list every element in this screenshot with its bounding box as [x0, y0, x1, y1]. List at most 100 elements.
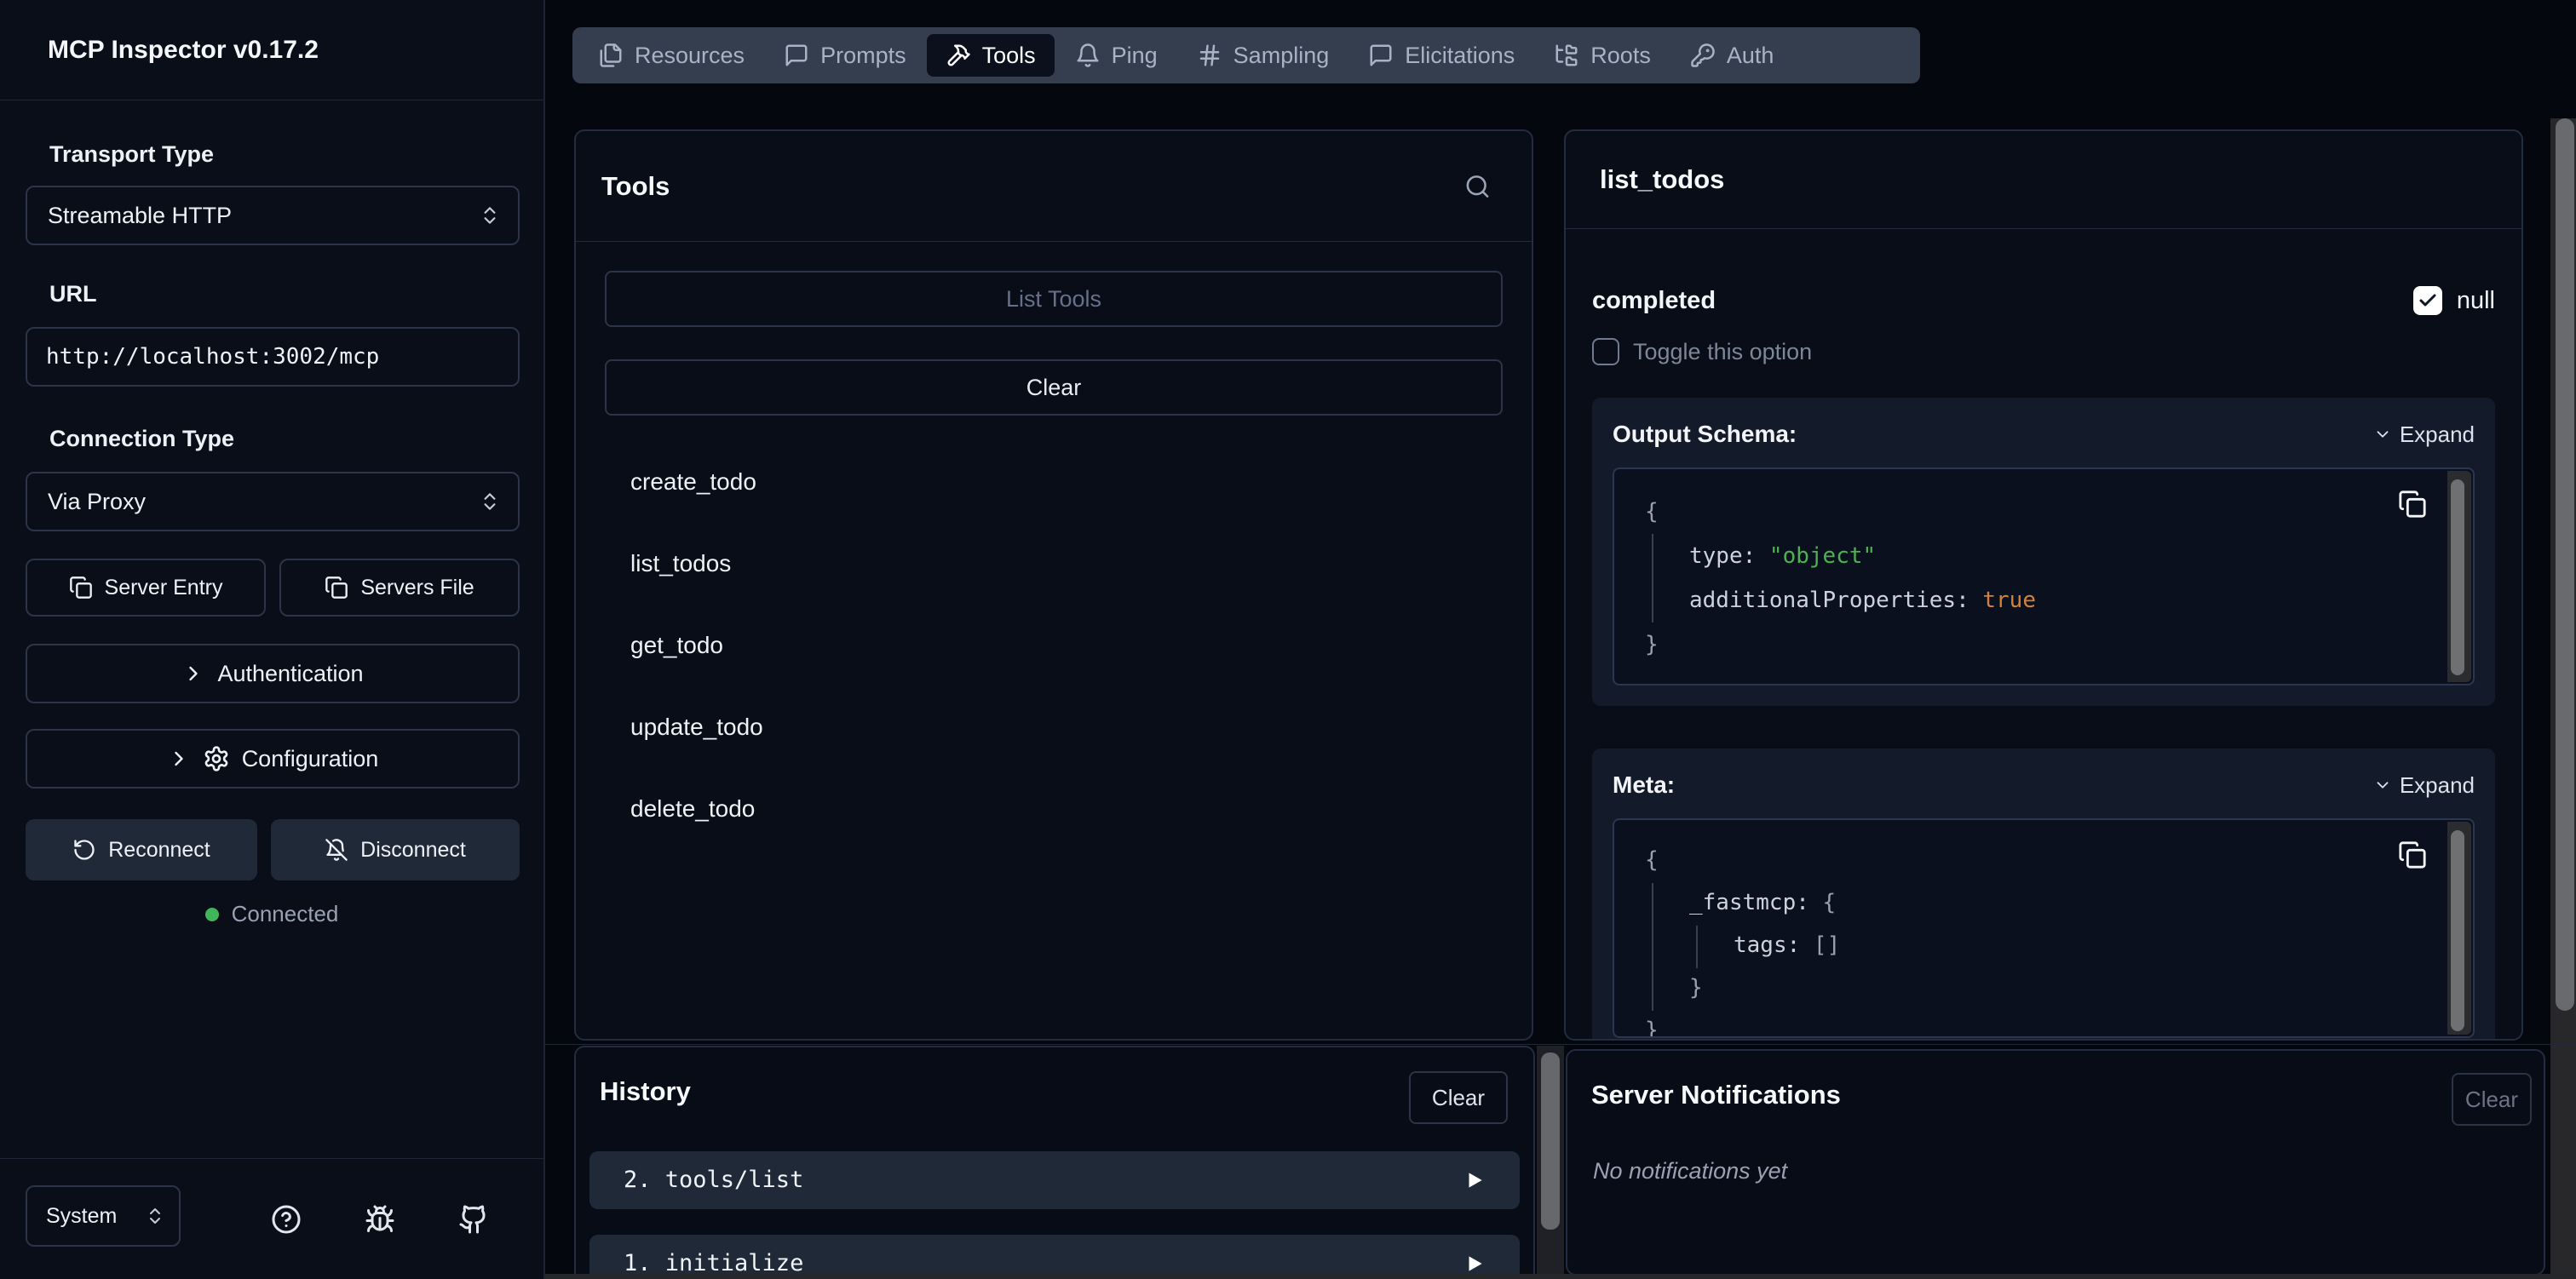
github-icon[interactable] — [458, 1204, 489, 1235]
list-tools-button[interactable]: List Tools — [605, 271, 1503, 327]
code-scrollbar-track[interactable] — [2447, 471, 2471, 682]
tool-detail-body: completed null Toggle this option Output… — [1566, 284, 2521, 1041]
code-line: additionalProperties: true — [1645, 578, 2413, 622]
param-name: completed — [1592, 287, 1716, 315]
tab-ping[interactable]: Ping — [1056, 34, 1176, 77]
expand-label: Expand — [2400, 772, 2475, 799]
history-row-initialize[interactable]: 1. initialize — [589, 1235, 1520, 1279]
tool-detail-panel: list_todos completed null Toggle this op… — [1564, 129, 2523, 1041]
code-scrollbar-thumb[interactable] — [2451, 830, 2464, 1031]
hash-icon — [1197, 43, 1222, 68]
tab-sampling[interactable]: Sampling — [1178, 34, 1348, 77]
disconnect-button[interactable]: Disconnect — [271, 819, 520, 880]
tool-item-get_todo[interactable]: get_todo — [605, 627, 1503, 664]
notifications-clear-button[interactable]: Clear — [2452, 1073, 2532, 1126]
expand-row-icon[interactable] — [1463, 1253, 1486, 1275]
url-input[interactable]: http://localhost:3002/mcp — [26, 327, 520, 387]
history-scrollbar-thumb[interactable] — [1541, 1052, 1560, 1230]
servers-file-label: Servers File — [360, 576, 474, 600]
check-icon — [2418, 290, 2438, 311]
tab-label: Sampling — [1233, 43, 1330, 69]
tool-item-delete_todo[interactable]: delete_todo — [605, 790, 1503, 828]
meta-section: Meta: Expand {_fastmcp: {tags: []}} — [1592, 748, 2495, 1041]
tab-tools[interactable]: Tools — [927, 34, 1055, 77]
copy-icon — [69, 576, 93, 599]
tool-item-update_todo[interactable]: update_todo — [605, 708, 1503, 746]
server-entry-label: Server Entry — [105, 576, 223, 600]
tab-label: Tools — [982, 43, 1036, 69]
mcp-inspector-app: MCP Inspector v0.17.2 Transport Type Str… — [0, 0, 2576, 1279]
disconnect-label: Disconnect — [360, 838, 466, 863]
output-schema-code: {type: "object"additionalProperties: tru… — [1613, 467, 2475, 685]
code-line: } — [1645, 1009, 2413, 1038]
copy-icon[interactable] — [2398, 840, 2427, 869]
tool-item-list_todos[interactable]: list_todos — [605, 545, 1503, 582]
key-icon — [1690, 43, 1716, 68]
clear-tools-button[interactable]: Clear — [605, 359, 1503, 416]
tab-roots[interactable]: Roots — [1535, 34, 1670, 77]
chevrons-up-down-icon — [479, 490, 501, 513]
copy-icon — [325, 576, 348, 599]
chevron-right-icon — [167, 747, 191, 771]
null-checkbox[interactable] — [2413, 286, 2442, 315]
app-title: MCP Inspector v0.17.2 — [48, 36, 319, 65]
connection-type-select[interactable]: Via Proxy — [26, 472, 520, 531]
tools-panel-body: List Tools Clear create_todo list_todosge… — [576, 242, 1532, 901]
authentication-button[interactable]: Authentication — [26, 644, 520, 703]
tab-label: Roots — [1590, 43, 1651, 69]
main-tab-bar: Resources Prompts Tools Ping Sampling Elicita… — [572, 27, 1920, 83]
sidebar-header: MCP Inspector v0.17.2 — [0, 0, 543, 100]
sidebar: MCP Inspector v0.17.2 Transport Type Str… — [0, 0, 545, 1279]
theme-select[interactable]: System — [26, 1185, 181, 1247]
transport-type-select[interactable]: Streamable HTTP — [26, 186, 520, 245]
code-scrollbar-track[interactable] — [2447, 822, 2471, 1035]
hammer-icon — [946, 43, 971, 68]
tools-panel: Tools List Tools Clear create_todolist_t… — [574, 129, 1533, 1041]
configuration-button[interactable]: Configuration — [26, 729, 520, 789]
history-list: 2. tools/list 1. initialize — [589, 1151, 1520, 1279]
tab-resources[interactable]: Resources — [579, 34, 763, 77]
search-icon[interactable] — [1464, 173, 1491, 199]
toggle-option-row: Toggle this option — [1592, 336, 2495, 367]
server-entry-button[interactable]: Server Entry — [26, 559, 266, 617]
bell-icon — [1075, 43, 1101, 68]
tab-auth[interactable]: Auth — [1671, 34, 1793, 77]
chevron-right-icon — [181, 662, 205, 685]
output-schema-expand-button[interactable]: Expand — [2373, 422, 2475, 448]
history-clear-button[interactable]: Clear — [1409, 1071, 1508, 1124]
expand-row-icon[interactable] — [1463, 1169, 1486, 1191]
code-scrollbar-thumb[interactable] — [2451, 479, 2464, 675]
history-title: History — [600, 1076, 691, 1107]
reconnect-button[interactable]: Reconnect — [26, 819, 257, 880]
history-row-tools/list[interactable]: 2. tools/list — [589, 1151, 1520, 1209]
horizontal-scrollbar-track[interactable] — [545, 1274, 2576, 1279]
copy-icon[interactable] — [2398, 490, 2427, 519]
tool-detail-title: list_todos — [1600, 164, 1724, 195]
connection-type-value: Via Proxy — [48, 489, 146, 515]
meta-expand-button[interactable]: Expand — [2373, 772, 2475, 799]
code-line: tags: [] — [1645, 924, 2413, 966]
tab-prompts[interactable]: Prompts — [765, 34, 925, 77]
tab-label: Elicitations — [1405, 43, 1515, 69]
tool-item-create_todo[interactable]: create_todo — [605, 463, 1503, 501]
main-scrollbar-thumb[interactable] — [2556, 118, 2574, 1011]
toggle-checkbox[interactable] — [1592, 338, 1619, 365]
indent-guide — [1652, 883, 1653, 1011]
code-line: } — [1645, 966, 2413, 1009]
history-row-label: 1. initialize — [624, 1235, 803, 1279]
help-circle-icon[interactable] — [271, 1204, 302, 1235]
tab-label: Auth — [1727, 43, 1774, 69]
bell-off-icon — [325, 838, 348, 862]
bug-icon[interactable] — [365, 1204, 395, 1235]
indent-guide — [1696, 926, 1698, 968]
gear-icon — [203, 745, 230, 772]
message-square-icon — [784, 43, 809, 68]
theme-value: System — [46, 1204, 117, 1229]
tab-elicitations[interactable]: Elicitations — [1349, 34, 1533, 77]
indent-guide — [1652, 534, 1653, 622]
connection-status: Connected — [0, 901, 543, 927]
tab-label: Prompts — [820, 43, 906, 69]
url-label: URL — [49, 281, 97, 307]
servers-file-button[interactable]: Servers File — [279, 559, 520, 617]
status-label: Connected — [232, 901, 339, 927]
